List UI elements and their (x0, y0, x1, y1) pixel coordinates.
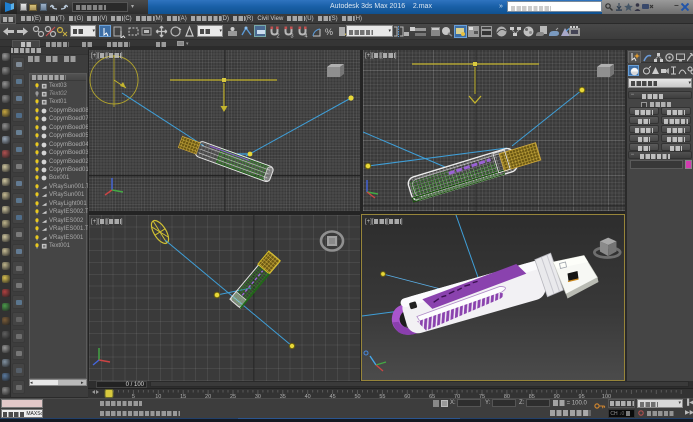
svg-text:2: 2 (277, 34, 280, 39)
svg-text:%: % (325, 27, 333, 37)
svg-text:3: 3 (291, 34, 294, 39)
svg-text:4: 4 (305, 34, 308, 39)
